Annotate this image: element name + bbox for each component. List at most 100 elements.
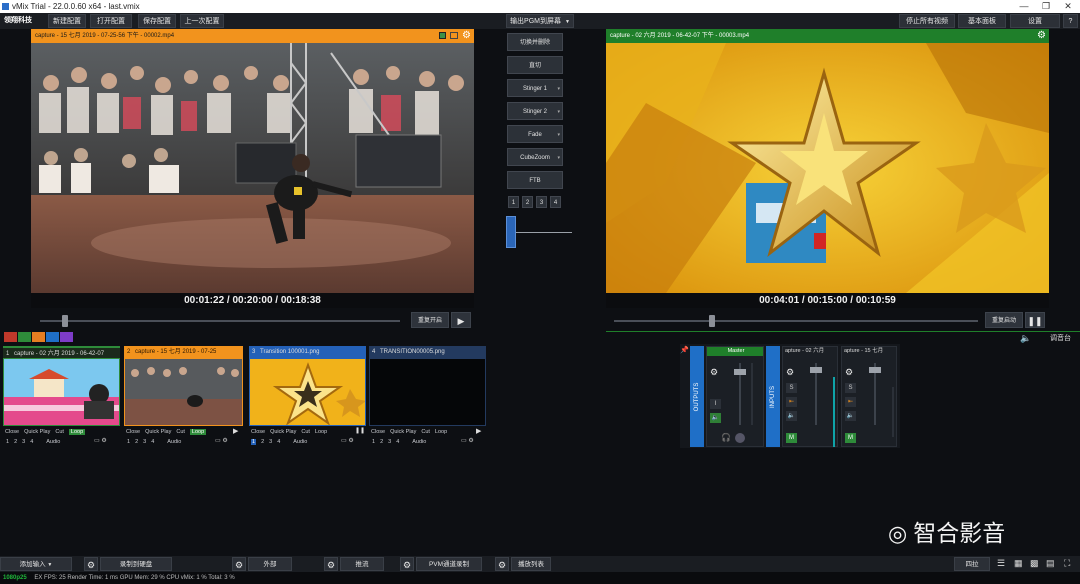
input-2-quickplay-button[interactable]: Quick Play: [145, 429, 171, 435]
preview-window-icon[interactable]: [450, 32, 458, 39]
input-2-audio-button[interactable]: Audio: [167, 439, 181, 445]
pin-icon[interactable]: 📌: [680, 346, 689, 354]
channel-2-speaker-icon[interactable]: 🔈: [845, 411, 856, 421]
transition-number-4[interactable]: 4: [550, 196, 561, 208]
input-3-audio-button[interactable]: Audio: [293, 439, 307, 445]
input-4-loop-button[interactable]: Loop: [435, 429, 447, 435]
channel-2-bus-icon[interactable]: ⇤: [845, 397, 856, 407]
input-1-overlay-3[interactable]: 3: [22, 439, 25, 445]
input-2-header[interactable]: 2 capture - 15 七月 2019 - 07-25: [124, 346, 243, 358]
maximize-button[interactable]: ❐: [1035, 0, 1057, 13]
input-2-overlay-4[interactable]: 4: [151, 439, 154, 445]
channel-1-fader-knob[interactable]: [810, 367, 822, 373]
channel-1-gear-icon[interactable]: ⚙: [786, 367, 794, 378]
input-4-quickplay-button[interactable]: Quick Play: [390, 429, 416, 435]
fullscreen-icon[interactable]: ⛶: [1064, 558, 1070, 569]
t-bar-track[interactable]: [508, 232, 572, 233]
input-3-cut-button[interactable]: Cut: [301, 429, 310, 435]
input-3-pause-icon[interactable]: ❚❚: [355, 427, 365, 434]
input-3-thumbnail[interactable]: [249, 358, 366, 426]
input-1-monitor-icon[interactable]: ▭ ⚙: [94, 437, 107, 444]
grid-view-icon[interactable]: ▦: [1014, 558, 1023, 569]
external-button[interactable]: 外部: [248, 557, 292, 571]
stream-button[interactable]: 推流: [340, 557, 384, 571]
channel-2-fader-knob[interactable]: [869, 367, 881, 373]
list-view-icon[interactable]: ☰: [997, 558, 1005, 569]
input-2-monitor-icon[interactable]: ▭ ⚙: [215, 437, 228, 444]
input-4-play-icon[interactable]: ▶: [476, 427, 481, 435]
record-button[interactable]: 录制到硬盘: [100, 557, 172, 571]
color-swatch[interactable]: [4, 332, 17, 342]
input-4-thumbnail[interactable]: [369, 358, 486, 426]
input-3-overlay-2[interactable]: 2: [261, 439, 264, 445]
minimize-button[interactable]: —: [1013, 0, 1035, 13]
transition-stinger2-button[interactable]: Stinger 2 ▾: [507, 102, 563, 120]
program-seek-handle[interactable]: [709, 315, 716, 327]
input-2-play-icon[interactable]: ▶: [233, 427, 238, 435]
transition-button-2[interactable]: 直切: [507, 56, 563, 74]
input-4-overlay-3[interactable]: 3: [388, 439, 391, 445]
last-config-button[interactable]: 上一次配置: [180, 14, 224, 28]
input-1-overlay-1[interactable]: 1: [6, 439, 9, 445]
color-swatch[interactable]: [60, 332, 73, 342]
input-3-close-button[interactable]: Close: [251, 429, 265, 435]
input-1-audio-button[interactable]: Audio: [46, 439, 60, 445]
close-window-button[interactable]: ✕: [1057, 0, 1079, 13]
channel-1-speaker-icon[interactable]: 🔈: [786, 411, 797, 421]
preview-seek-track[interactable]: [40, 320, 400, 322]
tile-view-icon[interactable]: ▩: [1030, 558, 1039, 569]
program-seek-track[interactable]: [614, 320, 978, 322]
record-gear-icon[interactable]: ⚙: [84, 557, 98, 571]
master-speaker-icon[interactable]: 🔈: [710, 413, 721, 423]
add-input-button[interactable]: 添加输入 ▼: [0, 557, 72, 571]
input-4-overlay-2[interactable]: 2: [380, 439, 383, 445]
channel-2-mute-button[interactable]: M: [845, 433, 856, 443]
input-4-cut-button[interactable]: Cut: [421, 429, 430, 435]
stream-gear-icon[interactable]: ⚙: [324, 557, 338, 571]
input-2-overlay-3[interactable]: 3: [143, 439, 146, 445]
input-4-overlay-4[interactable]: 4: [396, 439, 399, 445]
input-3-loop-button[interactable]: Loop: [315, 429, 327, 435]
input-2-overlay-1[interactable]: 1: [127, 439, 130, 445]
mutiview-gear-icon[interactable]: ⚙: [400, 557, 414, 571]
channel-1-bus-icon[interactable]: ⇤: [786, 397, 797, 407]
basic-panel-button[interactable]: 基本面板: [958, 14, 1006, 28]
input-4-close-button[interactable]: Close: [371, 429, 385, 435]
t-bar-handle[interactable]: [506, 216, 516, 248]
color-swatch[interactable]: [32, 332, 45, 342]
playlist-gear-icon[interactable]: ⚙: [495, 557, 509, 571]
input-3-overlay-3[interactable]: 3: [269, 439, 272, 445]
headphones-icon[interactable]: 🎧: [721, 433, 731, 442]
preview-color-square-icon[interactable]: [439, 32, 446, 39]
input-4-monitor-icon[interactable]: ▭ ⚙: [461, 437, 474, 444]
preview-video[interactable]: [31, 43, 474, 293]
input-3-overlay-4[interactable]: 4: [277, 439, 280, 445]
input-2-overlay-2[interactable]: 2: [135, 439, 138, 445]
save-config-button[interactable]: 保存配置: [138, 14, 176, 28]
master-i-button[interactable]: I: [710, 399, 721, 409]
input-1-overlay-2[interactable]: 2: [14, 439, 17, 445]
input-2-cut-button[interactable]: Cut: [176, 429, 185, 435]
input-4-header[interactable]: 4 TRANSITION00005.png: [369, 346, 486, 358]
help-button[interactable]: ?: [1063, 14, 1078, 28]
input-1-thumbnail[interactable]: [3, 358, 120, 426]
program-video[interactable]: [606, 43, 1049, 293]
input-2-close-button[interactable]: Close: [126, 429, 140, 435]
audio-mixer-label[interactable]: 调音台: [1050, 333, 1071, 343]
transition-number-1[interactable]: 1: [508, 196, 519, 208]
playlist-button[interactable]: 播放列表: [511, 557, 551, 571]
preview-play-button[interactable]: ▶: [451, 312, 471, 328]
large-grid-icon[interactable]: ▤: [1046, 558, 1055, 569]
input-3-monitor-icon[interactable]: ▭ ⚙: [341, 437, 354, 444]
program-gear-icon[interactable]: ⚙: [1037, 29, 1046, 43]
program-pause-button[interactable]: ❚❚: [1025, 312, 1045, 328]
master-pan-knob[interactable]: [735, 433, 745, 443]
channel-2-solo-button[interactable]: S: [845, 383, 856, 393]
external-gear-icon[interactable]: ⚙: [232, 557, 246, 571]
preview-loop-button[interactable]: 重复开启: [411, 312, 449, 328]
input-4-overlay-1[interactable]: 1: [372, 439, 375, 445]
input-1-cut-button[interactable]: Cut: [55, 429, 64, 435]
settings-button[interactable]: 设置: [1010, 14, 1060, 28]
input-4-audio-button[interactable]: Audio: [412, 439, 426, 445]
new-config-button[interactable]: 新建配置: [48, 14, 86, 28]
